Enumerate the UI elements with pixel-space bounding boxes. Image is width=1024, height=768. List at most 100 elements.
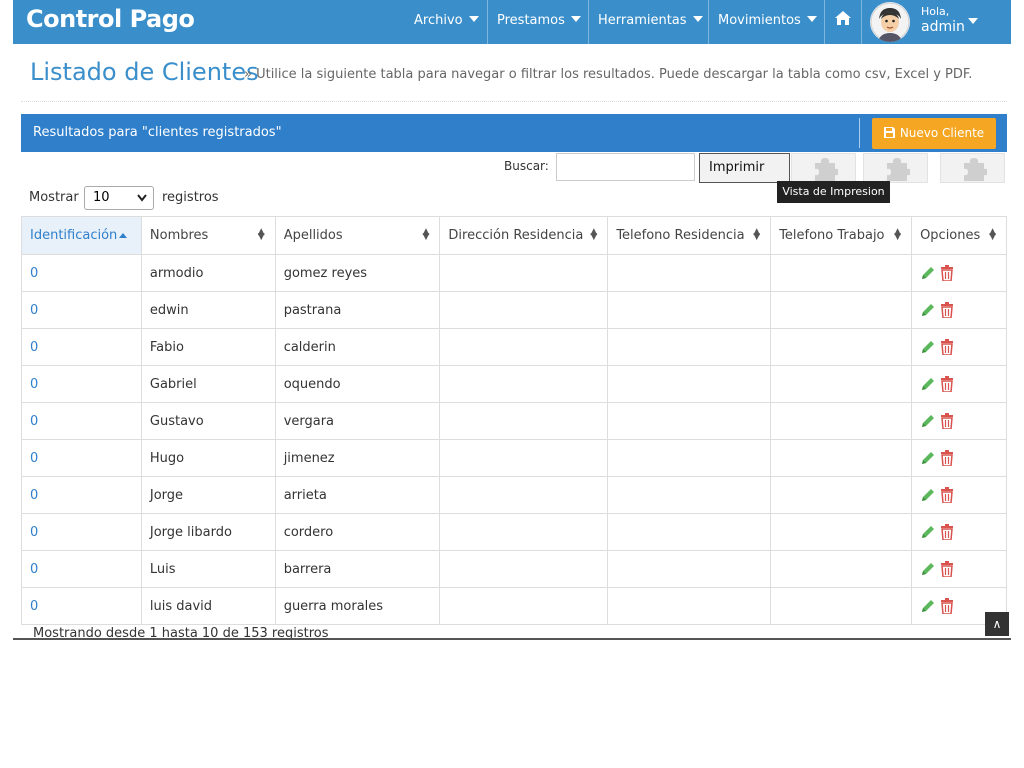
pencil-icon[interactable] — [920, 487, 936, 503]
page-length-select[interactable]: 10 — [84, 186, 154, 210]
table-row: 0 Fabio calderin — [21, 328, 1007, 366]
table-row: 0 Hugo jimenez — [21, 439, 1007, 477]
table-cell-id[interactable]: 0 — [21, 365, 142, 403]
column-header-direccion[interactable]: Dirección Residencia ▲ ▼ — [439, 216, 609, 255]
trash-icon[interactable] — [940, 376, 954, 393]
user-name[interactable]: admin — [921, 19, 965, 35]
column-header-telefono-residencia[interactable]: Telefono Residencia ▲ ▼ — [607, 216, 772, 255]
table-cell-id[interactable]: 0 — [21, 550, 142, 588]
table-row: 0 luis david guerra morales — [21, 587, 1007, 625]
print-button[interactable]: Imprimir — [699, 153, 790, 183]
chevron-down-icon — [137, 194, 147, 202]
table-cell-tel_trab — [770, 291, 913, 329]
nav-archivo[interactable]: Archivo — [405, 0, 488, 44]
table-cell-direccion — [439, 513, 609, 551]
table-cell-id[interactable]: 0 — [21, 513, 142, 551]
export-excel-button[interactable] — [863, 153, 928, 183]
table-cell-tel_res — [607, 402, 772, 440]
trash-icon[interactable] — [940, 413, 954, 430]
export-pdf-button[interactable] — [940, 153, 1005, 183]
scroll-top-button[interactable]: ∧ — [985, 612, 1009, 636]
table-cell-direccion — [439, 587, 609, 625]
sort-icon: ▲ ▼ — [894, 227, 902, 242]
sort-icon: ▲ ▼ — [590, 227, 598, 242]
nav-herramientas[interactable]: Herramientas — [588, 0, 709, 44]
table-cell-id[interactable]: 0 — [21, 476, 142, 514]
brand-logo[interactable]: Control Pago — [26, 5, 195, 33]
trash-icon[interactable] — [940, 598, 954, 615]
search-label: Buscar: — [504, 159, 549, 173]
table-cell-tel_trab — [770, 365, 913, 403]
table-cell-opciones — [911, 439, 1007, 477]
table-cell-apellidos: gomez reyes — [274, 254, 441, 292]
table-cell-tel_res — [607, 476, 772, 514]
trash-icon[interactable] — [940, 524, 954, 541]
pencil-icon[interactable] — [920, 561, 936, 577]
table-cell-id[interactable]: 0 — [21, 291, 142, 329]
table-cell-tel_res — [607, 513, 772, 551]
column-header-identificacion[interactable]: Identificación — [21, 216, 142, 255]
table-cell-tel_trab — [770, 402, 913, 440]
table-cell-apellidos: calderin — [274, 328, 441, 366]
export-csv-button[interactable] — [791, 153, 856, 183]
table-cell-opciones — [911, 402, 1007, 440]
table-cell-id[interactable]: 0 — [21, 254, 142, 292]
pencil-icon[interactable] — [920, 376, 936, 392]
table-cell-id[interactable]: 0 — [21, 439, 142, 477]
table-cell-direccion — [439, 550, 609, 588]
table-cell-direccion — [439, 291, 609, 329]
table-cell-direccion — [439, 328, 609, 366]
table-cell-id[interactable]: 0 — [21, 402, 142, 440]
table-cell-id[interactable]: 0 — [21, 587, 142, 625]
pencil-icon[interactable] — [920, 598, 936, 614]
caret-down-icon[interactable] — [968, 18, 978, 24]
page-description: » Utilice la siguiente tabla para navega… — [244, 67, 973, 82]
pencil-icon[interactable] — [920, 524, 936, 540]
table-cell-tel_res — [607, 254, 772, 292]
column-header-apellidos[interactable]: Apellidos ▲ ▼ — [274, 216, 441, 255]
trash-icon[interactable] — [940, 450, 954, 467]
length-label-before: Mostrar — [29, 190, 79, 205]
search-input[interactable] — [556, 153, 695, 181]
column-header-telefono-trabajo[interactable]: Telefono Trabajo ▲ ▼ — [770, 216, 913, 255]
table-info: Mostrando desde 1 hasta 10 de 153 regist… — [33, 626, 329, 640]
trash-icon[interactable] — [940, 339, 954, 356]
table-cell-apellidos: vergara — [274, 402, 441, 440]
table-cell-direccion — [439, 402, 609, 440]
table-cell-tel_res — [607, 439, 772, 477]
pencil-icon[interactable] — [920, 413, 936, 429]
table-cell-apellidos: oquendo — [274, 365, 441, 403]
table-cell-nombres: luis david — [140, 587, 276, 625]
user-avatar-icon — [870, 2, 910, 42]
pencil-icon[interactable] — [920, 339, 936, 355]
trash-icon[interactable] — [940, 302, 954, 319]
pencil-icon[interactable] — [920, 302, 936, 318]
trash-icon[interactable] — [940, 487, 954, 504]
table-cell-nombres: armodio — [140, 254, 276, 292]
new-client-button[interactable]: Nuevo Cliente — [872, 118, 996, 149]
table-cell-tel_res — [607, 587, 772, 625]
nav-home[interactable] — [824, 0, 862, 44]
app-frame: Control Pago Archivo Prestamos Herramien… — [13, 0, 1011, 640]
table-cell-apellidos: pastrana — [274, 291, 441, 329]
pencil-icon[interactable] — [920, 450, 936, 466]
column-header-nombres[interactable]: Nombres ▲ ▼ — [140, 216, 276, 255]
nav-prestamos[interactable]: Prestamos — [487, 0, 589, 44]
table-header-row: Identificación Nombres ▲ ▼ Apellidos ▲ ▼ D… — [21, 216, 1007, 255]
avatar[interactable] — [870, 2, 910, 42]
table-cell-nombres: Gustavo — [140, 402, 276, 440]
trash-icon[interactable] — [940, 561, 954, 578]
column-header-opciones[interactable]: Opciones ▲ ▼ — [911, 216, 1007, 255]
page-title: Listado de Clientes — [30, 58, 259, 86]
puzzle-icon — [815, 158, 838, 181]
trash-icon[interactable] — [940, 265, 954, 282]
nav-movimientos[interactable]: Movimientos — [708, 0, 825, 44]
table-cell-id[interactable]: 0 — [21, 328, 142, 366]
caret-down-icon — [570, 16, 581, 22]
sort-icon: ▲ ▼ — [989, 227, 996, 242]
new-client-label: Nuevo Cliente — [899, 126, 985, 140]
table-cell-nombres: Hugo — [140, 439, 276, 477]
table-cell-opciones — [911, 476, 1007, 514]
pencil-icon[interactable] — [920, 265, 936, 281]
table-row: 0 Jorge arrieta — [21, 476, 1007, 514]
